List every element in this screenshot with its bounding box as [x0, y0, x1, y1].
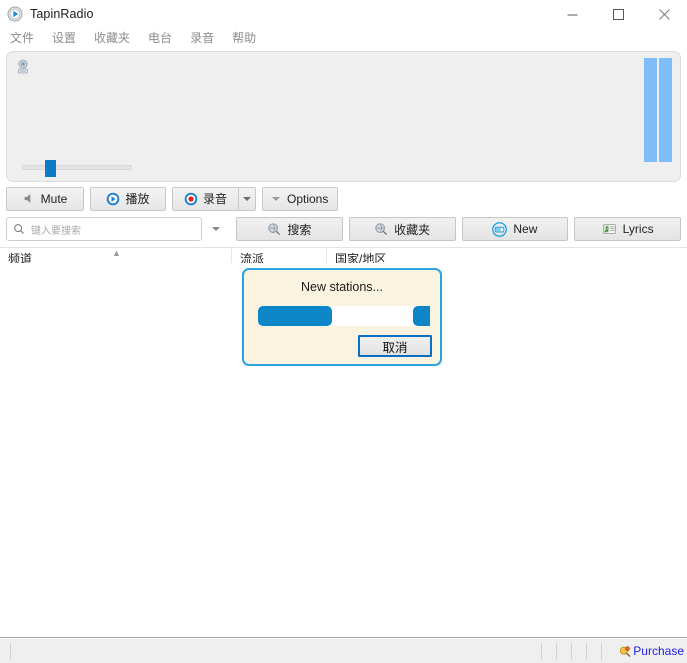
mute-button[interactable]: Mute — [6, 187, 84, 211]
record-split-button: 录音 — [172, 187, 256, 211]
search-input[interactable]: 键入要搜索 — [6, 217, 202, 241]
menu-item-settings[interactable]: 设置 — [52, 28, 76, 49]
chevron-down-icon — [272, 197, 280, 201]
options-label: Options — [287, 192, 328, 206]
chevron-down-icon — [212, 227, 220, 231]
search-placeholder: 键入要搜索 — [31, 222, 81, 237]
status-separator — [556, 643, 557, 660]
status-separator — [10, 643, 11, 660]
status-separator — [601, 643, 602, 660]
vu-meter-bar-right — [659, 58, 672, 162]
purchase-icon — [619, 645, 632, 658]
play-button[interactable]: 播放 — [90, 187, 166, 211]
menu-bar: 文件 设置 收藏夹 电台 录音 帮助 — [0, 28, 687, 49]
favorites-button-label: 收藏夹 — [394, 221, 430, 238]
status-separator — [571, 643, 572, 660]
cancel-button-label: 取消 — [382, 337, 407, 356]
window-title: TapinRadio — [30, 7, 94, 21]
lyrics-button[interactable]: Lyrics — [574, 217, 681, 241]
globe-favorites-icon — [374, 222, 388, 236]
purchase-link[interactable]: Purchase — [633, 644, 684, 658]
search-history-dropdown[interactable] — [202, 227, 230, 231]
favorites-button[interactable]: 收藏夹 — [349, 217, 456, 241]
search-icon — [13, 223, 25, 235]
lyrics-button-label: Lyrics — [623, 222, 654, 236]
caret-up-icon: ▲ — [112, 249, 121, 258]
minimize-button[interactable] — [549, 0, 595, 28]
menu-item-recording[interactable]: 录音 — [190, 28, 214, 49]
play-circle-icon — [106, 192, 120, 206]
menu-item-file[interactable]: 文件 — [10, 28, 34, 49]
dialog-title: New stations... — [244, 280, 440, 294]
maximize-button[interactable] — [595, 0, 641, 28]
window-controls — [549, 0, 687, 28]
search-button-label: 搜索 — [287, 221, 311, 238]
maximize-icon — [613, 9, 624, 20]
purchase-link-area[interactable]: Purchase — [619, 644, 684, 658]
progress-bar — [258, 306, 430, 326]
new-stations-button-label: New — [513, 222, 537, 236]
record-label: 录音 — [203, 190, 227, 207]
radio-station-icon — [15, 59, 31, 75]
radio-new-icon — [492, 222, 507, 237]
music-note-icon — [602, 222, 617, 236]
volume-slider-thumb[interactable] — [45, 160, 56, 177]
new-stations-button[interactable]: New — [462, 217, 569, 241]
title-bar: TapinRadio — [0, 0, 687, 28]
status-separator — [586, 643, 587, 660]
progress-segment — [413, 306, 430, 326]
search-button[interactable]: 搜索 — [236, 217, 343, 241]
new-stations-dialog: New stations... 取消 — [242, 268, 442, 366]
playback-toolbar: Mute 播放 录音 Options — [6, 186, 681, 211]
menu-item-stations[interactable]: 电台 — [148, 28, 172, 49]
globe-search-icon — [267, 222, 281, 236]
menu-item-help[interactable]: 帮助 — [232, 28, 256, 49]
close-icon — [659, 9, 670, 20]
progress-segment — [258, 306, 332, 326]
speaker-mute-icon — [23, 192, 36, 205]
options-button[interactable]: Options — [262, 187, 338, 211]
record-button[interactable]: 录音 — [172, 187, 238, 211]
close-button[interactable] — [641, 0, 687, 28]
vu-meter-bar-left — [644, 58, 657, 162]
status-bar: Purchase — [0, 639, 687, 663]
minimize-icon — [567, 9, 578, 20]
mute-label: Mute — [41, 192, 68, 206]
record-dropdown-button[interactable] — [238, 187, 256, 211]
volume-slider[interactable] — [22, 165, 132, 170]
cancel-button[interactable]: 取消 — [358, 335, 432, 357]
status-separator — [541, 643, 542, 660]
chevron-down-icon — [243, 197, 251, 201]
vu-meter — [644, 58, 672, 162]
menu-item-favorites[interactable]: 收藏夹 — [94, 28, 130, 49]
record-circle-icon — [184, 192, 198, 206]
play-circle-icon — [7, 6, 23, 22]
search-toolbar: 键入要搜索 搜索 收藏夹 New — [6, 216, 681, 242]
player-panel — [6, 51, 681, 182]
play-label: 播放 — [125, 190, 149, 207]
